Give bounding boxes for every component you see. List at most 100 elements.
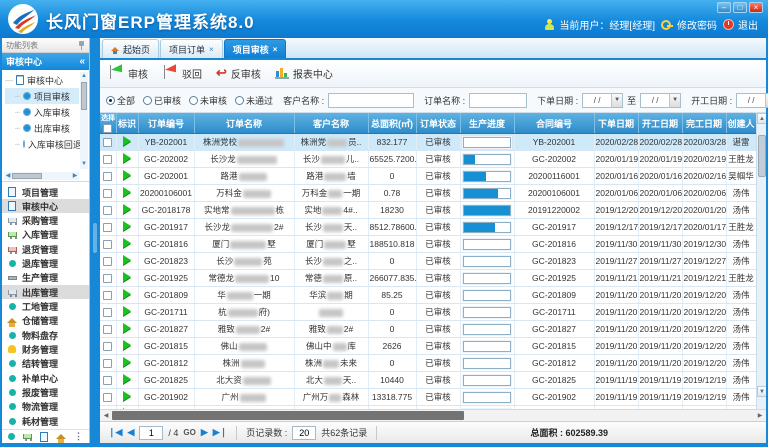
row-checkbox[interactable] (103, 206, 112, 215)
radio-全部[interactable]: 全部 (106, 94, 135, 107)
sidebar-item-报废管理[interactable]: 报废管理 (2, 385, 89, 399)
table-row[interactable]: GC-201825北大资北大天..10440已审核GC-2018252019/1… (100, 372, 756, 389)
row-checkbox[interactable] (103, 393, 112, 402)
sidebar-item-耗材管理[interactable]: 耗材管理 (2, 414, 89, 428)
scroll-down-icon[interactable]: ▼ (757, 386, 766, 397)
collapse-icon[interactable]: « (79, 56, 85, 67)
sidebar-item-物料盘存[interactable]: 物料盘存 (2, 328, 89, 342)
column-header-订单名称[interactable]: 订单名称 (194, 113, 294, 134)
sidebar-item-项目管理[interactable]: 项目管理 (2, 185, 89, 199)
sidebar-item-出库管理[interactable]: 出库管理 (2, 285, 89, 299)
tree-hscroll-thumb[interactable] (12, 173, 42, 179)
tree-item-入库审核回退[interactable]: ┄入库审核回退 (5, 136, 79, 152)
logout-button[interactable]: 退出 (723, 17, 758, 32)
grid-hscroll-thumb[interactable] (112, 411, 464, 420)
table-row[interactable]: GC-202001路港路港墙0已审核202001160012020/01/162… (100, 168, 756, 185)
row-checkbox[interactable] (103, 223, 112, 232)
column-header-总面积(㎡)[interactable]: 总面积(㎡) (368, 113, 416, 134)
column-header-合同编号[interactable]: 合同编号 (514, 113, 594, 134)
tree-vscroll-thumb[interactable] (81, 82, 87, 110)
row-checkbox[interactable] (103, 172, 112, 181)
grid-vscroll-thumb[interactable] (758, 135, 766, 177)
mini-home-icon[interactable] (56, 434, 66, 439)
row-checkbox[interactable] (103, 189, 112, 198)
calendar-dropdown-icon[interactable]: ▼ (611, 94, 622, 107)
column-header-标识[interactable]: 标识 (116, 113, 138, 134)
row-checkbox[interactable] (103, 274, 112, 283)
sidebar-item-退货管理[interactable]: 退货管理 (2, 242, 89, 256)
order-date-input[interactable]: / /▼ (582, 93, 623, 108)
row-checkbox[interactable] (103, 291, 112, 300)
tab-项目审核[interactable]: 项目审核× (224, 39, 287, 58)
tab-项目订单[interactable]: 项目订单× (160, 39, 223, 58)
tab-起始页[interactable]: 起始页 (102, 39, 159, 58)
select-all-checkbox[interactable] (103, 124, 112, 133)
sidebar-item-审核中心[interactable]: 审核中心 (2, 199, 89, 213)
tree-vertical-scrollbar[interactable]: ▲ ▼ (80, 72, 88, 169)
change-password-button[interactable]: 修改密码 (661, 17, 717, 32)
sidebar-item-生产管理[interactable]: 生产管理 (2, 271, 89, 285)
scroll-left-icon[interactable]: ◀ (101, 411, 111, 421)
row-checkbox[interactable] (103, 155, 112, 164)
column-header-创建人[interactable]: 创建人 (726, 113, 756, 134)
table-row[interactable]: GC-201711杭府)0已审核GC-2017112019/11/202019/… (100, 304, 756, 321)
row-checkbox[interactable] (103, 308, 112, 317)
row-checkbox[interactable] (103, 138, 112, 147)
scroll-down-icon[interactable]: ▼ (80, 160, 88, 169)
order-date-end-input[interactable]: / /▼ (640, 93, 681, 108)
column-header-订单状态[interactable]: 订单状态 (416, 113, 460, 134)
column-header-订单编号[interactable]: 订单编号 (138, 113, 194, 134)
tree-item-项目审核[interactable]: ┄项目审核 (5, 88, 79, 104)
row-checkbox[interactable] (103, 376, 112, 385)
sidebar-item-物流管理[interactable]: 物流管理 (2, 400, 89, 414)
column-header-选择[interactable]: 选择 (100, 113, 116, 134)
table-row[interactable]: 20200106001万科金万科金一期0.78已审核20200106001202… (100, 185, 756, 202)
sidebar-item-补单中心[interactable]: 补单中心 (2, 371, 89, 385)
column-header-生产进度[interactable]: 生产进度 (460, 113, 514, 134)
驳回-button[interactable]: 驳回 (162, 64, 202, 83)
pin-icon[interactable] (78, 41, 85, 50)
table-row[interactable]: GC-201823长沙苑长沙之..0已审核GC-2018232019/11/27… (100, 253, 756, 270)
last-page-button[interactable]: ▶❘ (213, 427, 227, 438)
审核-button[interactable]: 审核 (108, 64, 148, 83)
grid-vertical-scrollbar[interactable]: ▲ ▼ (756, 113, 766, 409)
maximize-button[interactable]: □ (733, 2, 747, 13)
next-page-button[interactable]: ▶ (201, 427, 208, 438)
radio-已审核[interactable]: 已审核 (143, 94, 181, 107)
radio-未通过[interactable]: 未通过 (235, 94, 273, 107)
scroll-left-icon[interactable]: ◀ (4, 172, 12, 180)
sidebar-item-采购管理[interactable]: 采购管理 (2, 214, 89, 228)
close-tab-icon[interactable]: × (209, 45, 214, 54)
table-row[interactable]: GC-201809华一期华滨期85.25已审核GC-2018092019/11/… (100, 287, 756, 304)
table-row[interactable]: GC-201925常德龙10常德原..266077.835..已审核GC-201… (100, 270, 756, 287)
报表中心-button[interactable]: 报表中心 (275, 66, 333, 81)
column-header-客户名称[interactable]: 客户名称 (294, 113, 368, 134)
column-header-完工日期[interactable]: 完工日期 (682, 113, 726, 134)
tree-horizontal-scrollbar[interactable]: ◀ ▶ (4, 172, 79, 180)
splitter-handle[interactable] (90, 38, 100, 443)
mini-doc-icon[interactable] (40, 432, 48, 442)
page-number-input[interactable] (139, 426, 163, 440)
table-row[interactable]: GC-201902广州广州万森林13318.775已审核GC-201902201… (100, 389, 756, 406)
table-row[interactable]: YB-202001株洲党校株洲党员..832.177已审核YB-20200120… (100, 134, 756, 151)
sidebar-item-财务管理[interactable]: 财务管理 (2, 342, 89, 356)
order-name-input[interactable] (469, 93, 527, 108)
radio-未审核[interactable]: 未审核 (189, 94, 227, 107)
table-row[interactable]: GC-201917长沙龙2#长沙天..8512.78600..已审核GC-201… (100, 219, 756, 236)
table-row[interactable]: GC-201816厦门墅厦门墅188510.818已审核GC-201816201… (100, 236, 756, 253)
tree-root-audit-center[interactable]: —审核中心 (5, 72, 79, 88)
反审核-button[interactable]: ↩反审核 (216, 66, 261, 81)
first-page-button[interactable]: ❘◀ (108, 427, 122, 438)
table-row[interactable]: GC-202002长沙龙长沙儿..65525.7200..已审核GC-20200… (100, 151, 756, 168)
sidebar-item-仓储管理[interactable]: 仓储管理 (2, 314, 89, 328)
table-row[interactable]: GC-201812株洲株洲未来0已审核GC-2018122019/11/2020… (100, 355, 756, 372)
page-size-input[interactable] (292, 426, 316, 440)
go-button[interactable]: GO (183, 428, 195, 437)
scroll-up-icon[interactable]: ▲ (757, 113, 766, 124)
table-row[interactable]: GC-201827雅致2#雅致2#0已审核GC-2018272019/11/20… (100, 321, 756, 338)
mini-more-icon[interactable]: ⋮ (74, 431, 83, 442)
row-checkbox[interactable] (103, 257, 112, 266)
mini-dot-icon[interactable] (8, 433, 15, 440)
column-header-下单日期[interactable]: 下单日期 (594, 113, 638, 134)
close-button[interactable]: × (749, 2, 763, 13)
